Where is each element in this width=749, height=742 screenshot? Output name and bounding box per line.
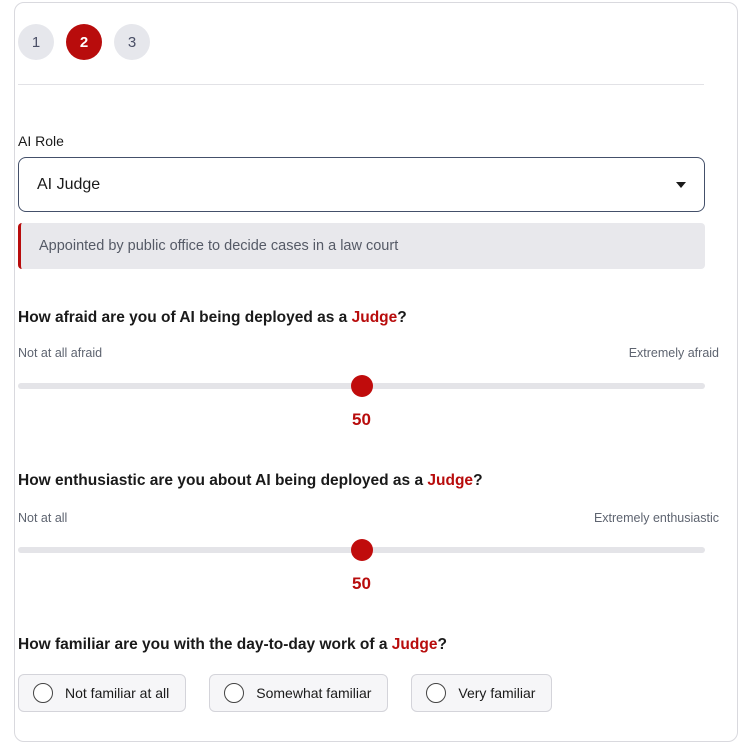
option-label: Not familiar at all [65, 685, 170, 701]
step-indicator: 1 2 3 [18, 24, 150, 60]
option-label: Somewhat familiar [256, 685, 372, 701]
option-not-familiar[interactable]: Not familiar at all [18, 674, 187, 712]
option-very-familiar[interactable]: Very familiar [411, 674, 553, 712]
enthusiastic-question-text: How enthusiastic are you about AI being … [18, 472, 428, 489]
chevron-down-icon [676, 181, 686, 188]
afraid-slider-thumb[interactable] [350, 375, 373, 397]
enthusiastic-question-suffix: ? [473, 472, 483, 489]
afraid-min-label: Not at all afraid [18, 346, 103, 360]
divider [18, 84, 704, 85]
option-label: Very familiar [458, 685, 536, 701]
role-name-highlight: Judge [427, 472, 474, 489]
afraid-slider-value: 50 [352, 410, 371, 429]
enthusiastic-slider-track[interactable] [18, 539, 705, 561]
radio-unchecked-icon[interactable] [224, 683, 245, 703]
radio-unchecked-icon[interactable] [426, 683, 447, 703]
familiar-question: How familiar are you with the day-to-day… [18, 636, 447, 654]
enthusiastic-slider-value: 50 [352, 574, 371, 593]
step-3-button[interactable]: 3 [114, 24, 150, 60]
afraid-slider-track[interactable] [18, 375, 705, 397]
enthusiastic-slider-thumb[interactable] [350, 539, 373, 561]
afraid-question: How afraid are you of AI being deployed … [18, 309, 407, 327]
step-1-button[interactable]: 1 [18, 24, 54, 60]
enthusiastic-question: How enthusiastic are you about AI being … [18, 472, 483, 490]
ai-role-selected-value: AI Judge [37, 175, 101, 193]
role-name-highlight: Judge [351, 309, 398, 326]
afraid-max-label: Extremely afraid [628, 346, 719, 360]
familiarity-options: Not familiar at all Somewhat familiar Ve… [18, 674, 575, 712]
enthusiastic-max-label: Extremely enthusiastic [593, 511, 719, 525]
role-name-highlight: Judge [391, 636, 438, 653]
afraid-question-text: How afraid are you of AI being deployed … [18, 309, 352, 326]
survey-card [14, 2, 738, 742]
familiar-question-suffix: ? [437, 636, 447, 653]
radio-unchecked-icon[interactable] [33, 683, 53, 703]
role-description: Appointed by public office to decide cas… [18, 223, 705, 269]
enthusiastic-min-label: Not at all [18, 511, 68, 525]
ai-role-label: AI Role [18, 133, 64, 149]
option-somewhat-familiar[interactable]: Somewhat familiar [209, 674, 389, 712]
familiar-question-text: How familiar are you with the day-to-day… [18, 636, 392, 653]
step-2-button[interactable]: 2 [66, 24, 102, 60]
ai-role-select[interactable]: AI Judge [18, 157, 705, 212]
afraid-question-suffix: ? [397, 309, 407, 326]
